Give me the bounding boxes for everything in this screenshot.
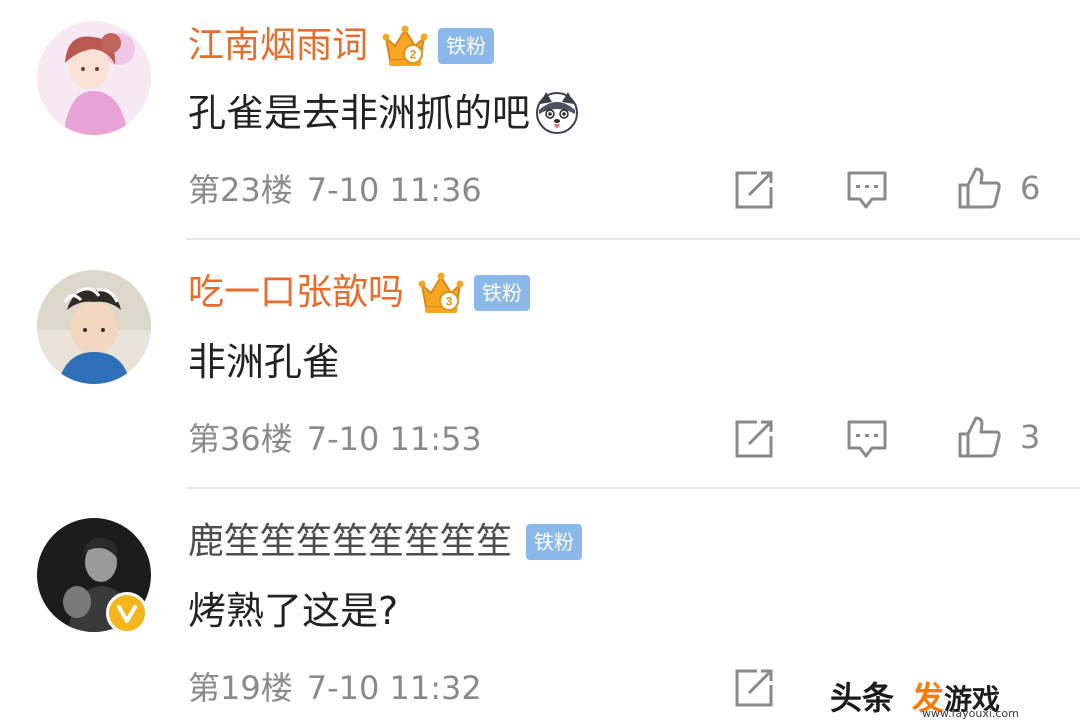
avatar[interactable] (37, 270, 151, 384)
fan-badge: 铁粉 (526, 524, 583, 560)
watermark-brand: 发游戏 www.fayouxi.com (912, 673, 1019, 720)
like-count: 3 (1020, 418, 1041, 456)
crown-level-number: 3 (446, 295, 453, 309)
share-button[interactable] (733, 417, 775, 461)
share-button[interactable] (733, 168, 775, 212)
thumbs-up-icon (958, 416, 1001, 458)
comment-text: 烤熟了这是? (188, 585, 398, 637)
reply-button[interactable] (846, 168, 888, 212)
comment-text-content: 烤熟了这是? (188, 589, 399, 633)
comment-meta: 第23楼 7-10 11:36 (188, 168, 482, 212)
fan-badge: 铁粉 (438, 28, 495, 64)
husky-dog-emoji-icon (536, 92, 579, 134)
comment-icon (847, 171, 887, 209)
comment-text-content: 非洲孔雀 (188, 340, 341, 384)
floor-number: 第23楼 (188, 171, 293, 209)
comment-text-content: 孔雀是去非洲抓的吧 (188, 91, 531, 135)
username[interactable]: 吃一口张歆吗 (188, 268, 404, 318)
watermark-prefix: 头条 (830, 678, 895, 717)
crown-level-icon[interactable]: 2 (382, 24, 428, 68)
thumbs-up-icon (958, 167, 1001, 209)
fan-badge: 铁粉 (474, 275, 531, 311)
comment-time: 7-10 11:36 (306, 171, 482, 209)
share-icon (735, 171, 773, 209)
comment-meta: 第19楼 7-10 11:32 (188, 666, 482, 710)
comment-time: 7-10 11:53 (306, 420, 482, 458)
like-button[interactable]: 3 (956, 415, 1040, 459)
floor-number: 第19楼 (188, 669, 293, 707)
comment-time: 7-10 11:32 (306, 669, 482, 707)
divider (186, 487, 1080, 489)
divider (186, 238, 1080, 240)
share-button[interactable] (733, 666, 775, 710)
like-button[interactable]: 6 (956, 166, 1040, 210)
comment-text: 非洲孔雀 (188, 336, 340, 388)
avatar[interactable] (37, 21, 151, 135)
verified-badge (106, 592, 148, 634)
share-icon (735, 420, 773, 458)
verified-v-icon (117, 605, 137, 623)
username[interactable]: 江南烟雨词 (188, 21, 368, 71)
username[interactable]: 鹿笙笙笙笙笙笙笙笙 (188, 517, 512, 567)
watermark: 头条 发游戏 www.fayouxi.com (830, 668, 1019, 723)
comment-meta: 第36楼 7-10 11:53 (188, 417, 482, 461)
reply-button[interactable] (846, 417, 888, 461)
share-icon (735, 669, 773, 707)
crown-level-icon[interactable]: 3 (418, 271, 464, 315)
comment-text: 孔雀是去非洲抓的吧 (188, 87, 580, 139)
floor-number: 第36楼 (188, 420, 293, 458)
watermark-url: www.fayouxi.com (922, 706, 1019, 720)
like-count: 6 (1020, 169, 1041, 207)
comment-icon (847, 420, 887, 458)
crown-level-number: 2 (410, 48, 417, 62)
